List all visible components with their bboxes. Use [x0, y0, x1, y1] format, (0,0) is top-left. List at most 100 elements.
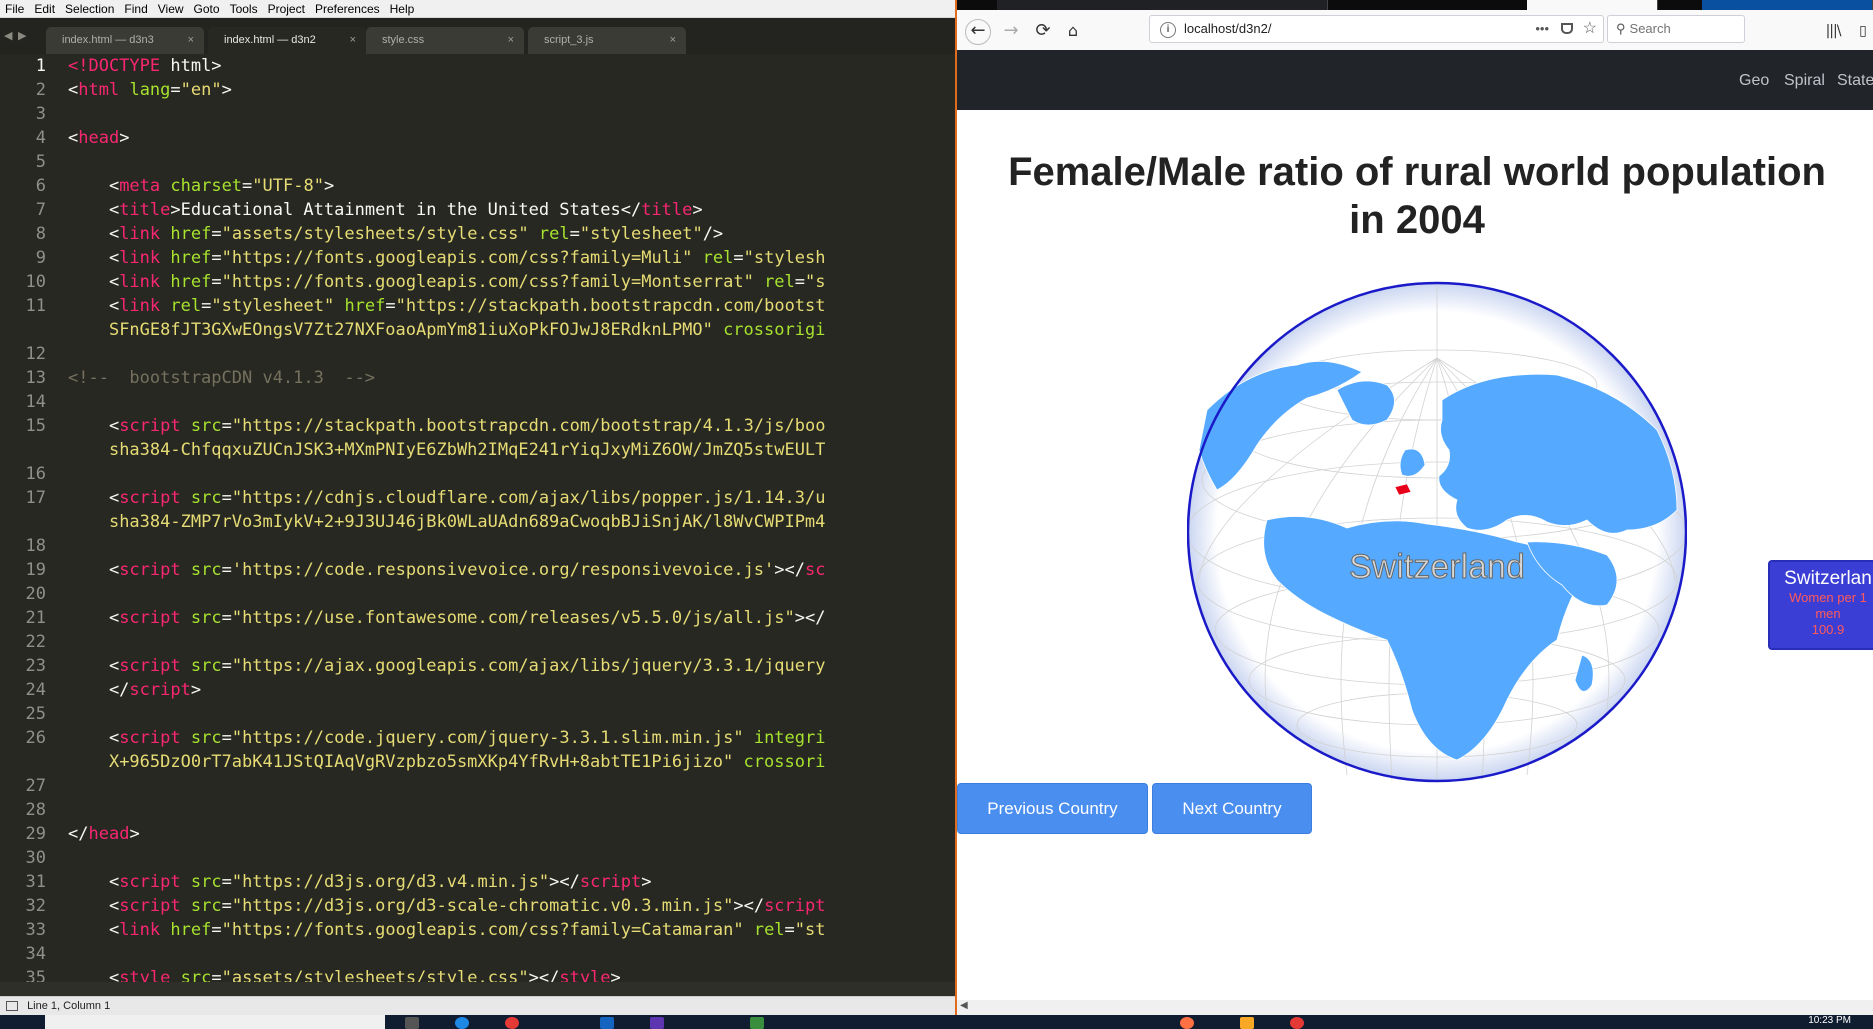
code-line[interactable]: <link href="https://fonts.googleapis.com…: [68, 920, 826, 940]
code-line[interactable]: <script src="https://use.fontawesome.com…: [68, 608, 826, 628]
code-line[interactable]: <link rel="stylesheet" href="https://sta…: [68, 296, 826, 316]
app-icon[interactable]: [600, 1017, 614, 1029]
code-line[interactable]: <html lang="en">: [68, 80, 232, 100]
tab-scroll-right-icon[interactable]: ▶: [18, 29, 26, 42]
nav-link-state[interactable]: State: [1837, 72, 1873, 90]
country-tooltip: Switzerlan Women per 1 men 100.9: [1768, 560, 1873, 650]
code-line[interactable]: <script src="https://ajax.googleapis.com…: [68, 656, 826, 676]
library-icon[interactable]: |||\: [1819, 18, 1847, 44]
browser-tab[interactable]: [997, 0, 1173, 10]
code-line[interactable]: sha384-ZMP7rVo3mIykV+2+9J3UJ46jBk0WLaUAd…: [68, 512, 825, 532]
line-number: 3: [35, 104, 46, 124]
page-actions-icon[interactable]: •••: [1535, 16, 1549, 42]
search-field[interactable]: ⚲ Search: [1607, 15, 1745, 43]
code-line[interactable]: <script src="https://d3js.org/d3.v4.min.…: [68, 872, 652, 892]
menu-selection[interactable]: Selection: [60, 0, 119, 17]
line-number: 13: [25, 368, 46, 388]
menu-view[interactable]: View: [153, 0, 189, 17]
pocket-icon[interactable]: [1561, 23, 1573, 34]
close-icon[interactable]: ×: [188, 27, 194, 54]
code-editor-window: File Edit Selection Find View Goto Tools Projec…: [0, 0, 955, 1029]
menu-help[interactable]: Help: [385, 0, 420, 17]
status-panel-icon[interactable]: [6, 1001, 18, 1012]
browser-tab[interactable]: [1702, 0, 1873, 10]
scroll-left-arrow-icon[interactable]: ◀: [960, 1000, 968, 1011]
previous-country-button[interactable]: Previous Country: [957, 783, 1148, 834]
code-line[interactable]: X+965DzO0rT7abK41JStQIAqVgRVzpbzo5smXKp4…: [68, 752, 825, 772]
info-icon[interactable]: i: [1160, 21, 1176, 38]
editor-tab[interactable]: style.css ×: [366, 27, 524, 54]
browser-toolbar: ← → ⟳ ⌂ i localhost/d3n2/ ••• ☆ ⚲ Search |…: [957, 10, 1873, 51]
line-number: 33: [25, 920, 46, 940]
cursor-position: Line 1, Column 1: [27, 1000, 111, 1012]
line-number: 29: [25, 824, 46, 844]
edge-icon[interactable]: [455, 1017, 469, 1029]
code-line[interactable]: sha384-ChfqqxuZUCnJSK3+MXmPNIyE6ZbWh2IMq…: [68, 440, 825, 460]
code-line[interactable]: <head>: [68, 128, 129, 148]
line-number: 9: [35, 248, 46, 268]
code-line[interactable]: <!-- bootstrapCDN v4.1.3 -->: [68, 368, 375, 388]
menu-preferences[interactable]: Preferences: [310, 0, 385, 17]
code-line[interactable]: SFnGE8fJT3GXwEOngsV7Zt27NXFoaoApmYm81iuX…: [68, 320, 825, 340]
app-icon-red[interactable]: [1290, 1017, 1304, 1029]
forward-arrow-icon[interactable]: →: [997, 18, 1025, 44]
file-explorer-icon[interactable]: [1240, 1017, 1254, 1029]
code-line[interactable]: <script src="https://d3js.org/d3-scale-c…: [68, 896, 826, 916]
firefox-icon[interactable]: [1180, 1017, 1194, 1029]
code-line[interactable]: </head>: [68, 824, 140, 844]
line-number: 19: [25, 560, 46, 580]
system-clock[interactable]: 10:23 PM: [1808, 1015, 1851, 1026]
next-country-button[interactable]: Next Country: [1152, 783, 1312, 834]
code-line[interactable]: <title>Educational Attainment in the Uni…: [68, 200, 703, 220]
close-icon[interactable]: ×: [350, 27, 356, 54]
browser-tab-active[interactable]: [1527, 0, 1658, 10]
menu-find[interactable]: Find: [119, 0, 152, 17]
chrome-icon[interactable]: [505, 1017, 519, 1029]
taskbar-search-box[interactable]: [45, 1015, 385, 1029]
line-number: 2: [35, 80, 46, 100]
editor-tab[interactable]: script_3.js ×: [528, 27, 686, 54]
menu-project[interactable]: Project: [263, 0, 310, 17]
line-number: 32: [25, 896, 46, 916]
tab-scroll-left-icon[interactable]: ◀: [4, 29, 12, 42]
globe-country-label: Switzerland: [1349, 548, 1525, 586]
menu-tools[interactable]: Tools: [225, 0, 263, 17]
excel-icon[interactable]: [750, 1017, 764, 1029]
code-line[interactable]: <link href="https://fonts.googleapis.com…: [68, 248, 826, 268]
editor-horizontal-scrollbar[interactable]: [0, 982, 955, 996]
browser-horizontal-scrollbar[interactable]: ◀: [957, 1000, 1873, 1015]
code-line[interactable]: <meta charset="UTF-8">: [68, 176, 334, 196]
nav-link-geo[interactable]: Geo: [1739, 72, 1769, 90]
nav-link-spiral[interactable]: Spiral: [1784, 72, 1825, 90]
tab-active[interactable]: index.html — d3n2 ×: [208, 27, 366, 54]
visual-studio-icon[interactable]: [650, 1017, 664, 1029]
reload-icon[interactable]: ⟳: [1029, 18, 1057, 44]
close-icon[interactable]: ×: [508, 27, 514, 54]
browser-tab[interactable]: [1172, 0, 1328, 10]
editor-tab[interactable]: index.html — d3n3 ×: [46, 27, 204, 54]
back-arrow-icon[interactable]: ←: [965, 19, 991, 45]
line-number: 28: [25, 800, 46, 820]
code-line[interactable]: <script src="https://cdnjs.cloudflare.co…: [68, 488, 826, 508]
home-icon[interactable]: ⌂: [1059, 18, 1087, 44]
line-number: 6: [35, 176, 46, 196]
code-area[interactable]: 1 <!DOCTYPE html> 2 <html lang="en"> 3 4 <head…: [0, 56, 955, 996]
globe[interactable]: Switzerland: [1187, 280, 1687, 790]
code-line[interactable]: <script src="https://code.jquery.com/jqu…: [68, 728, 826, 748]
bookmark-star-icon[interactable]: ☆: [1583, 16, 1597, 42]
close-icon[interactable]: ×: [670, 27, 676, 54]
code-line[interactable]: <link href="assets/stylesheets/style.css…: [68, 224, 723, 244]
code-line[interactable]: </script>: [68, 680, 201, 700]
address-bar[interactable]: i localhost/d3n2/ ••• ☆: [1149, 15, 1604, 43]
tab-label: style.css: [382, 34, 425, 46]
menu-edit[interactable]: Edit: [29, 0, 60, 17]
sidebar-icon[interactable]: ▯: [1849, 18, 1873, 44]
line-number: 14: [25, 392, 46, 412]
code-line[interactable]: <link href="https://fonts.googleapis.com…: [68, 272, 826, 292]
code-line[interactable]: <script src='https://code.responsivevoic…: [68, 560, 826, 580]
code-line[interactable]: <!DOCTYPE html>: [68, 56, 222, 76]
code-line[interactable]: <script src="https://stackpath.bootstrap…: [68, 416, 826, 436]
menu-goto[interactable]: Goto: [189, 0, 225, 17]
menu-file[interactable]: File: [0, 0, 29, 17]
task-view-icon[interactable]: [405, 1017, 419, 1029]
